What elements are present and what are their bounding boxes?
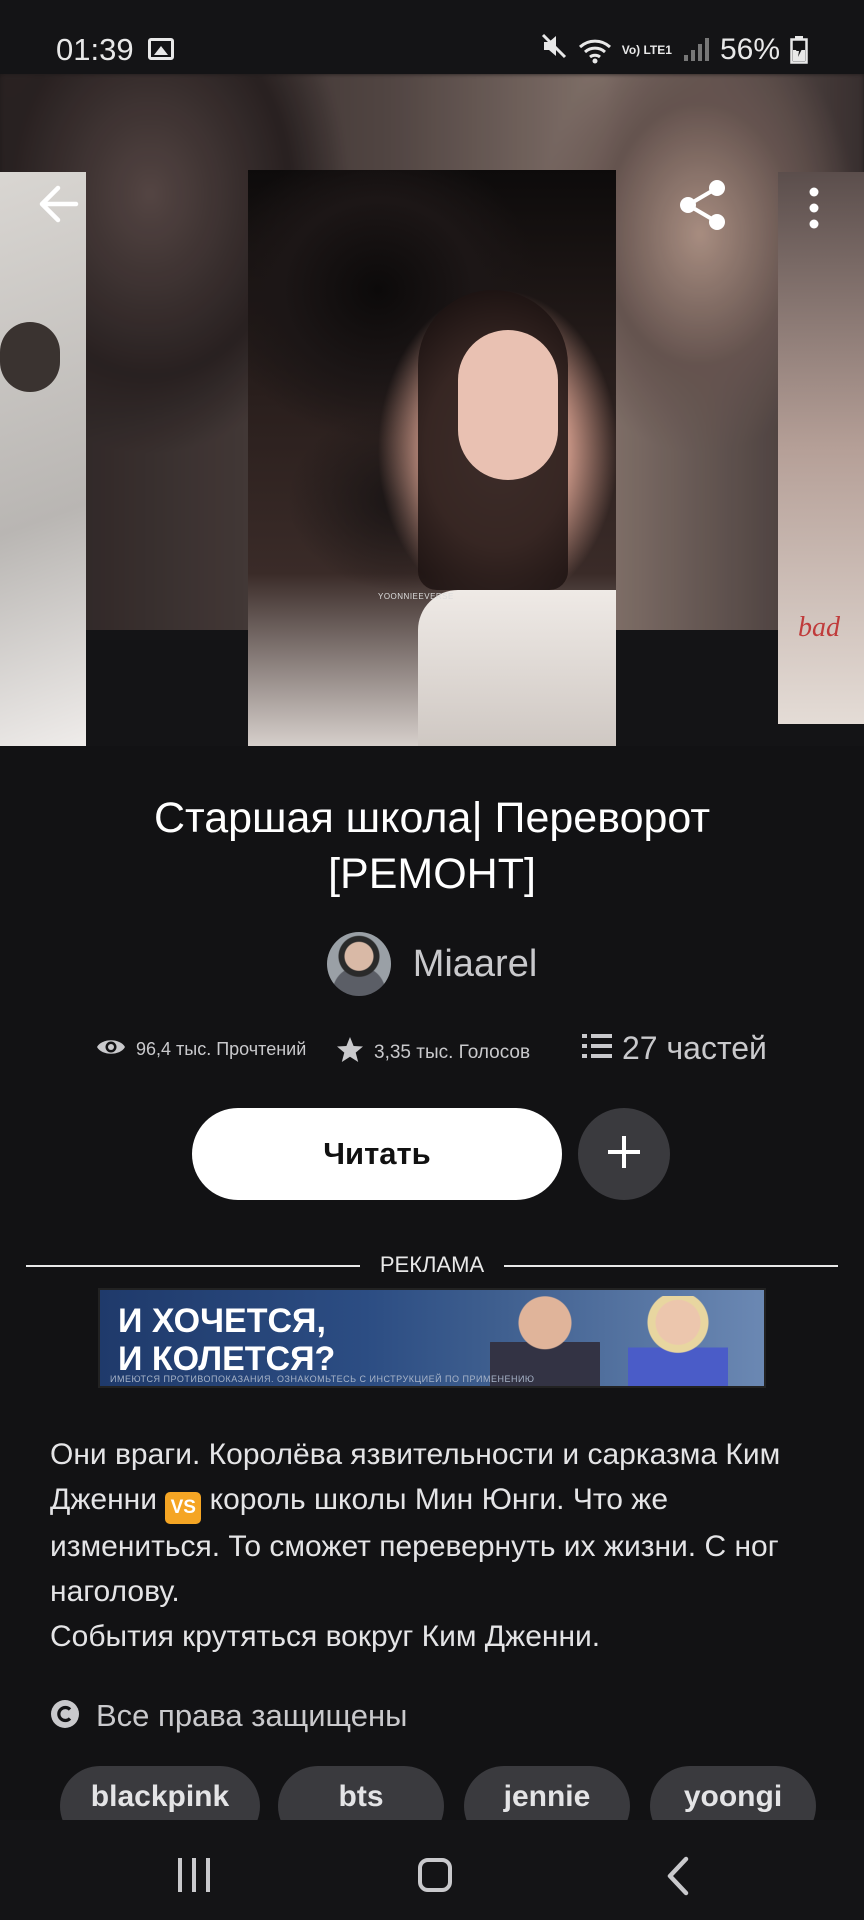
recents-icon[interactable] [176,1858,212,1897]
star-icon [336,1036,364,1070]
tag-chip[interactable]: blackpink [60,1766,260,1820]
status-icons: Vo) LTE1 56% [540,32,808,67]
copyright-row: Все права защищены [50,1698,407,1734]
wifi-icon [578,38,612,63]
status-time: 01:39 [56,32,134,67]
cover-prev[interactable] [0,172,86,746]
mute-icon [540,32,568,67]
signal-icon [682,37,710,63]
network-type: Vo) LTE1 [621,42,672,57]
more-vertical-icon[interactable] [804,186,824,230]
ad-banner[interactable]: И ХОЧЕТСЯ, И КОЛЕТСЯ? ИМЕЮТСЯ ПРОТИВОПОК… [98,1288,766,1388]
home-icon[interactable] [418,1858,452,1892]
parts-stat[interactable]: 27 частей [582,1030,767,1067]
cover-next-text: bad [798,612,840,643]
avatar[interactable] [326,932,391,996]
system-nav-bar [0,1820,864,1920]
story-description: Они враги. Королёва язвительности и сарк… [50,1432,810,1659]
share-icon[interactable] [676,178,730,232]
parts-count: 27 частей [622,1030,767,1066]
vs-icon: VS [165,1492,202,1524]
story-cover[interactable]: YOONNIEEVERSE [248,170,616,746]
ad-headline: И ХОЧЕТСЯ, И КОЛЕТСЯ? [118,1302,336,1378]
ad-image-woman [628,1296,728,1386]
list-icon [582,1030,612,1067]
ad-divider: РЕКЛАМА [26,1252,838,1280]
tags-row: blackpink bts jennie yoongi [0,1762,864,1820]
status-bar: 01:39 Vo) LTE1 56% [0,0,864,74]
cover-watermark: YOONNIEEVERSE [378,592,454,601]
tag-chip[interactable]: jennie [464,1766,630,1820]
add-to-library-button[interactable] [578,1108,670,1200]
reads-stat: 96,4 тыс. Прочтений [96,1036,306,1063]
ad-label: РЕКЛАМА [379,1252,485,1277]
read-button[interactable]: Читать [192,1108,562,1200]
back-arrow-icon[interactable] [36,182,80,226]
copyright-icon [50,1699,80,1734]
votes-count: 3,35 тыс. Голосов [374,1042,531,1063]
image-icon [148,38,174,60]
nav-back-icon[interactable] [666,1856,690,1901]
tag-chip[interactable]: yoongi [650,1766,816,1820]
cover-next[interactable]: bad [778,172,864,724]
tag-chip[interactable]: bts [278,1766,444,1820]
eye-icon [96,1036,126,1063]
cover-carousel[interactable]: bad YOONNIEEVERSE [0,74,864,746]
description-paragraph: Они враги. Королёва язвительности и сарк… [50,1438,781,1608]
plus-icon [604,1132,644,1177]
story-title: Старшая школа| Переворот [РЕМОНТ] [153,794,711,898]
copyright-text: Все права защищены [96,1698,408,1733]
ad-fine-print: ИМЕЮТСЯ ПРОТИВОПОКАЗАНИЯ. ОЗНАКОМЬТЕСЬ С… [110,1374,535,1384]
reads-count: 96,4 тыс. Прочтений [136,1039,307,1059]
votes-stat: 3,35 тыс. Голосов [336,1036,530,1070]
author-row[interactable]: Miaarel [0,932,864,996]
battery-percent: 56% [719,32,780,66]
author-name[interactable]: Miaarel [413,943,538,986]
description-paragraph: События крутяться вокруг Ким Дженни. [50,1620,601,1653]
battery-icon [790,35,808,64]
story-stats: 96,4 тыс. Прочтений 3,35 тыс. Голосов 27… [0,1030,864,1080]
